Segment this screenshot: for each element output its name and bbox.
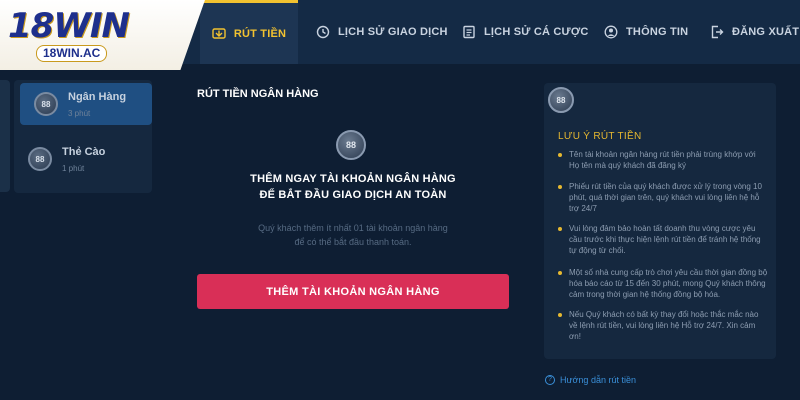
note-text: Tên tài khoản ngân hàng rút tiền phải tr… (569, 150, 756, 170)
bullet-icon (558, 227, 562, 231)
notes-title: LƯU Ý RÚT TIỀN (558, 131, 642, 142)
sidebar-item-time: 3 phút (68, 108, 91, 118)
coin-icon: 88 (548, 87, 574, 113)
note-text: Vui lòng đảm bảo hoàn tất doanh thu vòng… (569, 224, 761, 255)
note-item: Nếu Quý khách có bất kỳ thay đổi hoặc th… (558, 309, 768, 342)
brand-logo[interactable]: 18WIN 18WIN.AC (0, 0, 205, 70)
withdraw-method-sidebar: 88 Ngân Hàng 3 phút 88 Thẻ Cào 1 phút (14, 80, 152, 193)
subtext-line-2: để có thể bắt đầu thanh toán. (294, 237, 412, 247)
nav-tab-transaction-history[interactable]: LỊCH SỬ GIAO DỊCH (316, 0, 448, 64)
withdraw-notes-panel: 88 LƯU Ý RÚT TIỀN Tên tài khoản ngân hàn… (544, 83, 776, 359)
subtext-line-1: Quý khách thêm ít nhất 01 tài khoản ngân… (258, 223, 448, 233)
left-strip (0, 80, 10, 192)
note-item: Phiếu rút tiền của quý khách được xử lý … (558, 181, 768, 214)
note-item: Một số nhà cung cấp trò chơi yêu cầu thờ… (558, 267, 768, 300)
nav-tab-bet-history-label: LỊCH SỬ CÁ CƯỢC (484, 26, 589, 38)
bullet-icon (558, 153, 562, 157)
user-icon (604, 25, 618, 39)
sidebar-item-card[interactable]: 88 Thẻ Cào 1 phút (14, 138, 146, 180)
note-item: Tên tài khoản ngân hàng rút tiền phải tr… (558, 149, 768, 171)
page-title: RÚT TIỀN NGÂN HÀNG (197, 88, 319, 100)
bullet-icon (558, 185, 562, 189)
note-text: Nếu Quý khách có bất kỳ thay đổi hoặc th… (569, 310, 759, 341)
nav-tab-info-label: THÔNG TIN (626, 26, 689, 38)
note-text: Một số nhà cung cấp trò chơi yêu cầu thờ… (569, 268, 768, 299)
nav-tab-transaction-history-label: LỊCH SỬ GIAO DỊCH (338, 26, 448, 38)
history-icon (316, 25, 330, 39)
nav-tab-withdraw-label: RÚT TIỀN (233, 27, 287, 40)
coin-icon: 88 (28, 147, 52, 171)
nav-tab-info[interactable]: THÔNG TIN (604, 0, 688, 64)
add-bank-account-button[interactable]: THÊM TÀI KHOẢN NGÂN HÀNG (197, 274, 509, 309)
sidebar-item-time: 1 phút (62, 163, 85, 173)
nav-tab-logout-label: ĐĂNG XUẤT (732, 26, 800, 38)
logo-domain: 18WIN.AC (36, 45, 108, 62)
withdraw-guide-label: Hướng dẫn rút tiền (560, 375, 636, 385)
coin-icon: 88 (34, 92, 58, 116)
logout-icon (711, 25, 724, 39)
help-icon: ? (545, 375, 555, 385)
coin-icon: 88 (336, 130, 366, 160)
nav-tab-logout[interactable]: ĐĂNG XUẤT (710, 0, 799, 64)
withdraw-icon (212, 27, 226, 39)
headline-line-2: ĐỂ BẮT ĐẦU GIAO DỊCH AN TOÀN (259, 189, 447, 201)
note-item: Vui lòng đảm bảo hoàn tất doanh thu vòng… (558, 223, 768, 256)
logo-text: 18WIN (8, 6, 130, 46)
bullet-icon (558, 271, 562, 275)
sidebar-item-label: Thẻ Cào (62, 145, 106, 158)
nav-tab-bet-history[interactable]: LỊCH SỬ CÁ CƯỢC (462, 0, 589, 64)
note-text: Phiếu rút tiền của quý khách được xử lý … (569, 182, 762, 213)
sidebar-item-bank[interactable]: 88 Ngân Hàng 3 phút (20, 83, 152, 125)
bullet-icon (558, 313, 562, 317)
headline-line-1: THÊM NGAY TÀI KHOẢN NGÂN HÀNG (250, 173, 456, 185)
bet-history-icon (463, 25, 475, 39)
withdraw-guide-link[interactable]: ? Hướng dẫn rút tiền (545, 375, 636, 385)
nav-tab-withdraw[interactable]: RÚT TIỀN (200, 0, 298, 64)
sidebar-item-label: Ngân Hàng (68, 90, 127, 103)
